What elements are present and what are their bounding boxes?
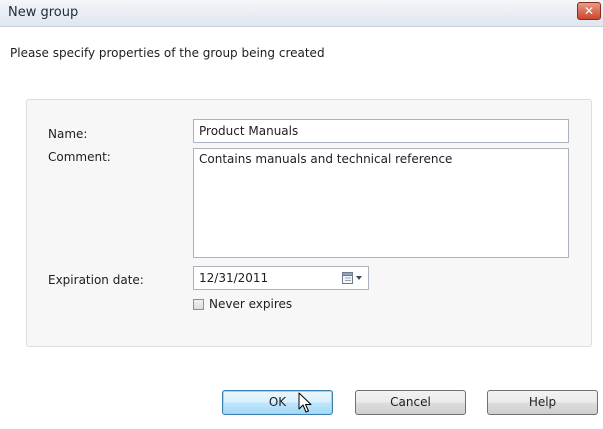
title-bar: New group ✕ bbox=[0, 0, 603, 27]
name-label: Name: bbox=[48, 127, 88, 141]
calendar-dropdown-button[interactable] bbox=[341, 270, 365, 286]
name-field[interactable] bbox=[193, 119, 569, 143]
cancel-button[interactable]: Cancel bbox=[355, 390, 466, 415]
comment-label: Comment: bbox=[48, 150, 111, 164]
window-title: New group bbox=[8, 5, 79, 20]
mouse-pointer-icon bbox=[298, 392, 312, 413]
expiration-date-label: Expiration date: bbox=[48, 273, 144, 287]
expiration-date-picker[interactable]: 12/31/2011 bbox=[193, 266, 369, 290]
help-button[interactable]: Help bbox=[487, 390, 598, 415]
calendar-icon bbox=[342, 272, 362, 284]
ok-button[interactable]: OK bbox=[222, 390, 333, 415]
dialog-instructions: Please specify properties of the group b… bbox=[10, 46, 325, 60]
close-icon: ✕ bbox=[583, 4, 595, 18]
new-group-dialog: New group ✕ Please specify properties of… bbox=[0, 0, 603, 429]
expiration-date-value: 12/31/2011 bbox=[199, 271, 269, 285]
close-button[interactable]: ✕ bbox=[577, 2, 601, 20]
chevron-down-icon bbox=[356, 276, 362, 280]
never-expires-label[interactable]: Never expires bbox=[209, 297, 292, 311]
never-expires-checkbox[interactable] bbox=[193, 299, 204, 310]
comment-field[interactable]: Contains manuals and technical reference bbox=[193, 148, 569, 258]
